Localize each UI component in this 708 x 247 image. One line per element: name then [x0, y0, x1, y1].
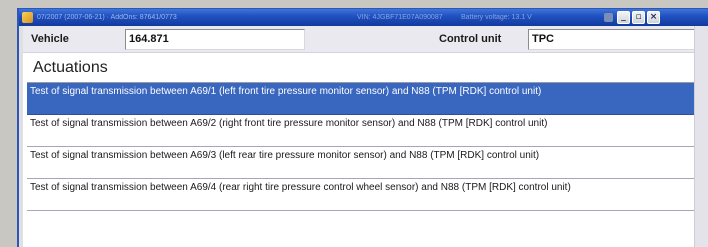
- control-unit-label: Control unit: [439, 33, 502, 45]
- vehicle-info-bar: Vehicle 164.871 Control unit TPC: [23, 26, 708, 53]
- vehicle-label: Vehicle: [31, 33, 69, 45]
- vehicle-field[interactable]: 164.871: [125, 29, 305, 50]
- status-icon: [604, 13, 613, 22]
- control-unit-field[interactable]: TPC: [528, 29, 696, 50]
- title-date-addons: 07/2007 (2007-06-21) · AddOns: 87641/077…: [37, 14, 177, 21]
- main-content: Vehicle 164.871 Control unit TPC Actuati…: [19, 26, 708, 247]
- maximize-button[interactable]: ▫: [632, 11, 645, 24]
- actuation-item[interactable]: Test of signal transmission between A69/…: [27, 115, 695, 147]
- diagnosis-window: 07/2007 (2007-06-21) · AddOns: 87641/077…: [17, 8, 708, 247]
- title-battery-voltage: Battery voltage: 13.1 V: [461, 14, 532, 21]
- actuation-item-label: Test of signal transmission between A69/…: [30, 118, 548, 129]
- actuation-item-label: Test of signal transmission between A69/…: [30, 182, 571, 193]
- actuation-item[interactable]: Test of signal transmission between A69/…: [27, 147, 695, 179]
- actuation-item-label: Test of signal transmission between A69/…: [30, 86, 542, 97]
- actuation-item-label: Test of signal transmission between A69/…: [30, 150, 540, 161]
- app-logo-icon: [22, 12, 33, 23]
- title-bar[interactable]: 07/2007 (2007-06-21) · AddOns: 87641/077…: [19, 9, 708, 26]
- minimize-button[interactable]: _: [617, 11, 630, 24]
- section-title: Actuations: [33, 59, 108, 76]
- actuation-item[interactable]: Test of signal transmission between A69/…: [27, 83, 695, 115]
- actuations-list: Test of signal transmission between A69/…: [27, 82, 695, 211]
- actuation-item[interactable]: Test of signal transmission between A69/…: [27, 179, 695, 211]
- right-frame-edge: [694, 26, 708, 247]
- title-vin: VIN: 4JGBF71E07A090087: [357, 14, 443, 21]
- close-button[interactable]: ×: [647, 11, 660, 24]
